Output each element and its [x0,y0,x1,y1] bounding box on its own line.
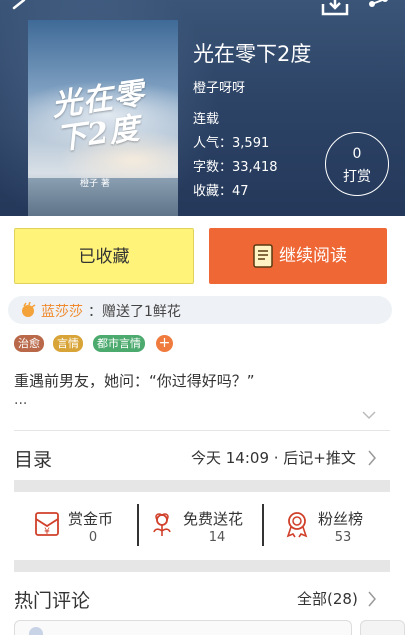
gift-banner[interactable]: 蓝莎莎 ：赠送了1鲜花 [8,296,392,324]
download-icon[interactable] [320,0,350,18]
section-separator [14,560,390,572]
catalog-title[interactable]: 目录 [14,445,52,472]
stat-separator [262,504,264,546]
book-summary: 重遇前男友，她问：“你过得好吗？” [14,372,255,390]
continue-reading-label: 继续阅读 [279,246,347,266]
tag-urban-romance[interactable]: 都市言情 [93,335,145,352]
comment-card[interactable] [14,620,352,635]
stat-separator [137,504,139,546]
book-title: 光在零下2度 [193,42,312,66]
gift-user[interactable]: 蓝莎莎 [41,301,83,321]
reward-count: 0 [352,146,362,162]
word-count-label: 字数： [193,160,233,175]
share-icon[interactable] [366,0,390,18]
reward-label: 打赏 [343,169,371,185]
chevron-down-icon[interactable] [362,410,376,420]
all-comments-link[interactable]: 全部(28) [297,588,358,609]
book-status: 连载 [193,112,220,127]
fan-ranking-value: 53 [334,530,352,545]
continue-reading-button[interactable]: 继续阅读 [209,228,387,284]
favorites-value: 47 [232,184,249,199]
medal-icon[interactable] [283,510,311,538]
favorites-stat: 收藏：47 [193,180,249,199]
back-arrow-icon[interactable] [4,0,28,18]
gold-reward-value: 0 [88,530,98,545]
summary-ellipsis: ... [14,392,28,408]
fan-ranking-label[interactable]: 粉丝榜 [318,508,363,529]
latest-chapter[interactable]: 今天 14:09 · 后记+推文 [191,447,356,468]
hot-comments-title: 热门评论 [14,590,91,612]
popularity-label: 人气： [193,136,233,151]
clap-icon [22,302,36,317]
free-flower-label[interactable]: 免费送花 [183,508,243,529]
collected-button[interactable]: 已收藏 [14,228,194,284]
avatar[interactable] [29,627,43,635]
book-cover[interactable]: 光在零下2度 橙子 著 [28,20,178,216]
chevron-right-icon[interactable] [367,450,377,466]
cover-author: 橙子 著 [80,179,110,189]
add-tag-button[interactable]: + [156,335,173,352]
book-author[interactable]: 橙子呀呀 [193,77,245,96]
popularity-stat: 人气：3,591 [193,132,269,151]
popularity-value: 3,591 [232,136,270,151]
svg-text:¥: ¥ [44,527,50,537]
book-icon [253,244,273,268]
chevron-right-icon[interactable] [367,591,377,607]
reward-button[interactable]: 0 打赏 [325,132,389,196]
favorites-label: 收藏： [193,184,233,199]
gold-reward-label[interactable]: 赏金币 [68,508,113,529]
tag-romance[interactable]: 言情 [53,335,83,352]
gift-text: ：赠送了1鲜花 [88,304,181,320]
coin-envelope-icon[interactable]: ¥ [33,510,61,538]
comment-card[interactable] [360,620,405,635]
word-count-stat: 字数：33,418 [193,156,278,175]
tag-healing[interactable]: 治愈 [14,335,44,352]
word-count-value: 33,418 [232,160,278,175]
section-separator [14,480,390,492]
book-header: 光在零下2度 橙子 著 光在零下2度 橙子呀呀 连载 人气：3,591 字数：3… [0,0,405,216]
free-flower-value: 14 [208,530,226,545]
flower-icon[interactable] [148,510,176,538]
divider [14,430,390,431]
